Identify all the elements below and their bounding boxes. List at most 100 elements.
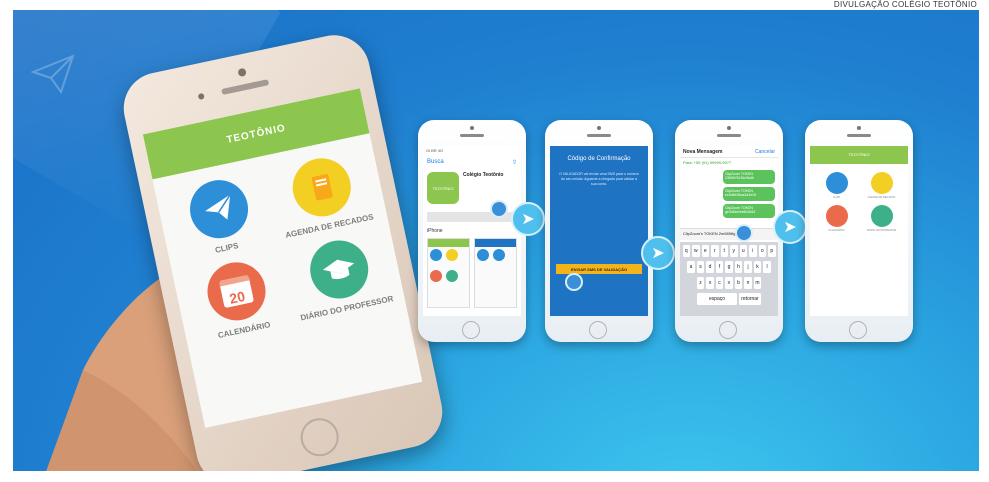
status-bar: Oi BR 4G (426, 148, 444, 153)
sms-screen: Nova Mensagem Cancelar Para: +55 (91) 99… (680, 146, 778, 316)
notebook-icon (286, 153, 356, 222)
key[interactable]: x (706, 277, 714, 289)
key[interactable]: y (730, 245, 738, 257)
sms-title: Nova Mensagem (683, 148, 723, 155)
menu-tile-calendario[interactable]: 20 CALENDÁRIO (181, 253, 295, 346)
share-icon[interactable]: ⇧ (512, 159, 517, 166)
key[interactable]: s (696, 261, 705, 273)
key[interactable]: t (720, 245, 728, 257)
keyboard-row: z x c v b n m (682, 277, 776, 289)
menu-label-clips: CLIPS (832, 196, 841, 199)
key[interactable]: j (744, 261, 752, 273)
menu-tile-clips[interactable]: CLIPS (163, 170, 277, 263)
validation-panel: Código de Confirmação O VALIDADOR vai en… (550, 146, 648, 316)
page: DIVULGAÇÃO COLÉGIO TEOTÔNIO TEOTÔNIO CLI… (0, 0, 989, 482)
screenshots-row (423, 236, 521, 310)
key[interactable]: i (749, 245, 757, 257)
key[interactable]: w (692, 245, 700, 257)
front-camera (597, 126, 601, 130)
earpiece-speaker (460, 134, 484, 137)
menu-tile-calendario[interactable]: CALENDÁRIO (814, 205, 859, 232)
front-camera (857, 126, 861, 130)
menu-tile-clips[interactable]: CLIPS (814, 172, 859, 199)
sms-nav: Nova Mensagem Cancelar (680, 146, 778, 158)
paper-plane-icon (184, 174, 253, 244)
key[interactable]: q (682, 245, 690, 257)
home-button[interactable] (297, 414, 343, 460)
key[interactable]: e (701, 245, 709, 257)
key[interactable]: p (768, 245, 776, 257)
keyboard-row: a s d f g h j k l (682, 261, 776, 273)
send-sms-button[interactable]: ENVIAR SMS DE VALIDAÇÃO (556, 264, 642, 274)
step-phone-validation: Código de Confirmação O VALIDADOR vai en… (545, 120, 653, 342)
home-button[interactable] (719, 321, 737, 339)
app-icon: TEOTÔNIO (427, 172, 459, 204)
earpiece-speaker (717, 134, 741, 137)
menu-label-clips: CLIPS (214, 241, 240, 255)
message-bubble: ClipZoom TOKEN 2369b761f3cf4bdb (723, 170, 775, 184)
key[interactable]: v (725, 277, 733, 289)
promo-banner: TEOTÔNIO CLIPS AGENDA DE RECADOS 20 CALE… (13, 10, 979, 471)
photo-credit: DIVULGAÇÃO COLÉGIO TEOTÔNIO (833, 0, 977, 9)
app-home-screen: TEOTÔNIO CLIPS AGENDA DE RECADOS CALENDÁ… (810, 146, 908, 316)
section-label: iPhone (427, 228, 443, 234)
calendar-day: 20 (218, 274, 254, 309)
key[interactable]: r (711, 245, 719, 257)
menu-tile-diario[interactable]: DIÁRIO DO PROFESSOR (283, 231, 397, 324)
key[interactable]: u (739, 245, 747, 257)
step-phone-sms: Nova Mensagem Cancelar Para: +55 (91) 99… (675, 120, 783, 342)
validation-text: O VALIDADOR vai enviar uma SMS para o nú… (559, 172, 639, 186)
key[interactable]: k (753, 261, 762, 273)
earpiece-speaker (847, 134, 871, 137)
key[interactable]: z (696, 277, 705, 289)
keyboard: q w e r t y u i o p a s d f g h j k l z … (680, 242, 778, 316)
step-arrow-icon: ➤ (511, 202, 545, 236)
home-button[interactable] (589, 321, 607, 339)
app-brand: TEOTÔNIO (225, 122, 287, 146)
key[interactable]: h (734, 261, 743, 273)
key[interactable]: o (758, 245, 766, 257)
keyboard-row: q w e r t y u i o p (682, 245, 776, 257)
screenshot-thumb[interactable] (427, 238, 470, 308)
key[interactable]: g (725, 261, 733, 273)
calendar-icon: 20 (201, 257, 271, 326)
paper-plane-watermark-icon (31, 54, 75, 94)
graduation-cap-icon (304, 235, 374, 305)
key[interactable]: n (744, 277, 752, 289)
step-phone-appstore: Oi BR 4G Busca ⇧ TEOTÔNIO Colégio Teotôn… (418, 120, 526, 342)
key[interactable]: a (687, 261, 695, 273)
cancel-link[interactable]: Cancelar (755, 149, 775, 155)
menu-tile-diario[interactable]: DIÁRIO DO PROFESSOR (859, 205, 904, 232)
space-key[interactable]: espaço (697, 293, 737, 305)
front-camera (727, 126, 731, 130)
key[interactable]: f (715, 261, 724, 273)
key[interactable]: b (734, 277, 743, 289)
back-link[interactable]: Busca (427, 159, 444, 165)
sensor-dot (197, 92, 205, 100)
appstore-screen: Oi BR 4G Busca ⇧ TEOTÔNIO Colégio Teotôn… (423, 146, 521, 316)
key[interactable]: l (763, 261, 771, 273)
validation-screen: Código de Confirmação O VALIDADOR vai en… (550, 146, 648, 316)
app-brand: TEOTÔNIO (848, 152, 870, 157)
tap-pointer-icon (565, 273, 583, 291)
menu-tile-agenda[interactable]: AGENDA DE RECADOS (266, 149, 380, 242)
home-button[interactable] (462, 321, 480, 339)
front-camera (470, 126, 474, 130)
home-button[interactable] (849, 321, 867, 339)
calendar-icon (825, 205, 848, 227)
menu-tile-agenda[interactable]: AGENDA DE RECADOS (859, 172, 904, 199)
notebook-icon (870, 172, 893, 194)
validation-title: Código de Confirmação (567, 156, 631, 162)
key[interactable]: d (706, 261, 714, 273)
step-arrow-icon: ➤ (773, 210, 807, 244)
step-arrow-icon: ➤ (641, 236, 675, 270)
message-input[interactable]: ClipZoom's TOKEN 2m989tfg4b0f3f8b (680, 228, 778, 240)
menu-label-diario: DIÁRIO DO PROFESSOR (866, 229, 897, 232)
screenshot-thumb[interactable] (474, 238, 517, 308)
graduation-cap-icon (870, 205, 893, 227)
recipient-line: Para: +55 (91) 99999-9977 (683, 160, 732, 165)
key[interactable]: m (753, 277, 762, 289)
key[interactable]: c (715, 277, 724, 289)
return-key[interactable]: retornar (739, 293, 761, 305)
step-phone-home: TEOTÔNIO CLIPS AGENDA DE RECADOS CALENDÁ… (805, 120, 913, 342)
